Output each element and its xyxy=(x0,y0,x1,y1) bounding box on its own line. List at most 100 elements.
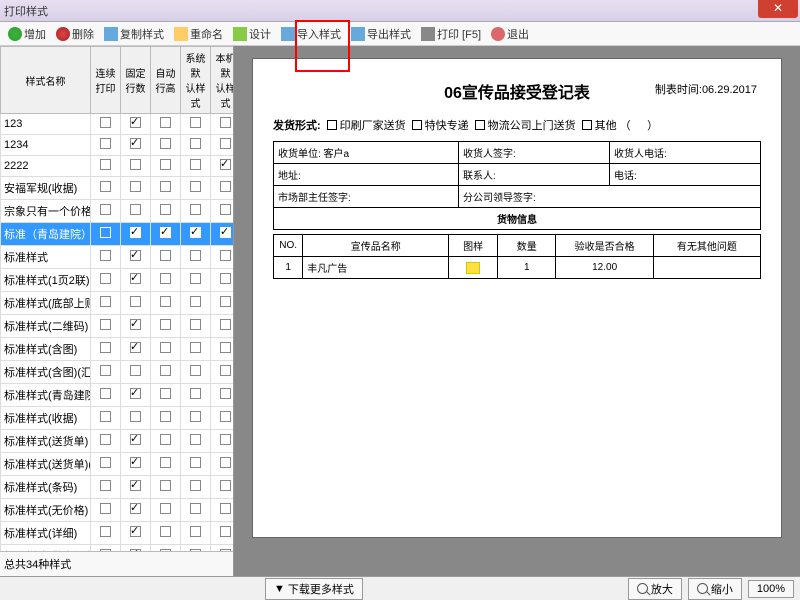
checkbox-icon[interactable] xyxy=(130,227,141,238)
checkbox-icon[interactable] xyxy=(190,434,201,445)
checkbox-cell[interactable] xyxy=(151,269,181,292)
checkbox-cell[interactable] xyxy=(211,522,234,545)
checkbox-icon[interactable] xyxy=(160,503,171,514)
checkbox-cell[interactable] xyxy=(121,156,151,177)
style-name-cell[interactable]: 标准样式(含图) xyxy=(1,338,91,361)
checkbox-cell[interactable] xyxy=(91,476,121,499)
style-name-cell[interactable]: 标准样式(送货单)( xyxy=(1,453,91,476)
checkbox-icon[interactable] xyxy=(100,388,111,399)
checkbox-icon[interactable] xyxy=(160,549,171,551)
checkbox-icon[interactable] xyxy=(130,117,141,128)
checkbox-icon[interactable] xyxy=(100,159,111,170)
checkbox-cell[interactable] xyxy=(211,499,234,522)
download-more-button[interactable]: ▼ 下载更多样式 xyxy=(265,578,363,600)
checkbox-cell[interactable] xyxy=(151,384,181,407)
checkbox-icon[interactable] xyxy=(160,296,171,307)
checkbox-cell[interactable] xyxy=(121,361,151,384)
col-cont-print[interactable]: 连续打印 xyxy=(91,47,121,114)
checkbox-icon[interactable] xyxy=(130,549,141,551)
checkbox-cell[interactable] xyxy=(181,269,211,292)
checkbox-cell[interactable] xyxy=(181,407,211,430)
checkbox-cell[interactable] xyxy=(151,499,181,522)
checkbox-icon[interactable] xyxy=(130,159,141,170)
checkbox-cell[interactable] xyxy=(211,269,234,292)
checkbox-cell[interactable] xyxy=(121,200,151,223)
checkbox-icon[interactable] xyxy=(220,204,231,215)
checkbox-cell[interactable] xyxy=(181,361,211,384)
checkbox-cell[interactable] xyxy=(121,315,151,338)
style-name-cell[interactable]: 标准（青岛建院） xyxy=(1,223,91,246)
table-row[interactable]: 标准样式(二维码) xyxy=(1,315,234,338)
style-name-cell[interactable]: 标准样式(1页2联) xyxy=(1,269,91,292)
checkbox-icon[interactable] xyxy=(100,434,111,445)
checkbox-cell[interactable] xyxy=(121,476,151,499)
checkbox-icon[interactable] xyxy=(130,138,141,149)
checkbox-cell[interactable] xyxy=(151,407,181,430)
table-row[interactable]: 安福军规(收据) xyxy=(1,177,234,200)
checkbox-icon[interactable] xyxy=(100,503,111,514)
table-row[interactable]: 标准样式(含图)(汇 xyxy=(1,361,234,384)
style-name-cell[interactable]: 安福军规(收据) xyxy=(1,177,91,200)
copy-button[interactable]: 复制样式 xyxy=(100,24,168,44)
checkbox-icon[interactable] xyxy=(190,138,201,149)
checkbox-cell[interactable] xyxy=(211,407,234,430)
checkbox-icon[interactable] xyxy=(160,411,171,422)
checkbox-icon[interactable] xyxy=(220,227,231,238)
preview-area[interactable]: 06宣传品接受登记表 制表时间:06.29.2017 发货形式: 印刷厂家送货 … xyxy=(234,46,800,576)
checkbox-icon[interactable] xyxy=(100,411,111,422)
checkbox-icon[interactable] xyxy=(160,227,171,238)
checkbox-cell[interactable] xyxy=(151,476,181,499)
table-row[interactable]: 2222 xyxy=(1,156,234,177)
checkbox-cell[interactable] xyxy=(211,156,234,177)
style-name-cell[interactable]: 标准样式(青岛建院 xyxy=(1,384,91,407)
checkbox-icon[interactable] xyxy=(130,365,141,376)
style-grid[interactable]: 样式名称 连续打印 固定行数 自动行高 系统默认样式 本机默认样式 123123… xyxy=(0,46,233,551)
checkbox-cell[interactable] xyxy=(181,499,211,522)
checkbox-icon[interactable] xyxy=(190,296,201,307)
checkbox-icon[interactable] xyxy=(190,388,201,399)
checkbox-icon[interactable] xyxy=(130,480,141,491)
style-name-cell[interactable]: 标准样式(二维码) xyxy=(1,315,91,338)
checkbox-icon[interactable] xyxy=(130,411,141,422)
checkbox-cell[interactable] xyxy=(91,246,121,269)
checkbox-cell[interactable] xyxy=(121,114,151,135)
checkbox-icon[interactable] xyxy=(130,503,141,514)
checkbox-cell[interactable] xyxy=(181,246,211,269)
checkbox-icon[interactable] xyxy=(190,411,201,422)
checkbox-icon[interactable] xyxy=(100,526,111,537)
checkbox-icon[interactable] xyxy=(190,250,201,261)
checkbox-icon[interactable] xyxy=(130,434,141,445)
checkbox-cell[interactable] xyxy=(181,292,211,315)
checkbox-icon[interactable] xyxy=(100,273,111,284)
checkbox-cell[interactable] xyxy=(211,135,234,156)
checkbox-cell[interactable] xyxy=(211,453,234,476)
checkbox-cell[interactable] xyxy=(91,200,121,223)
checkbox-cell[interactable] xyxy=(121,223,151,246)
style-name-cell[interactable]: 标准样式(含图)(汇 xyxy=(1,361,91,384)
style-name-cell[interactable]: 标准样式(条码) xyxy=(1,476,91,499)
checkbox-cell[interactable] xyxy=(91,114,121,135)
checkbox-cell[interactable] xyxy=(151,246,181,269)
checkbox-icon[interactable] xyxy=(190,181,201,192)
zoom-in-button[interactable]: 放大 xyxy=(628,578,682,600)
export-button[interactable]: 导出样式 xyxy=(347,24,415,44)
checkbox-icon[interactable] xyxy=(100,181,111,192)
checkbox-cell[interactable] xyxy=(121,338,151,361)
checkbox-cell[interactable] xyxy=(181,135,211,156)
style-name-cell[interactable]: 2222 xyxy=(1,156,91,177)
checkbox-cell[interactable] xyxy=(211,430,234,453)
checkbox-icon[interactable] xyxy=(160,319,171,330)
style-name-cell[interactable]: 标准样式 xyxy=(1,246,91,269)
checkbox-cell[interactable] xyxy=(211,476,234,499)
checkbox-icon[interactable] xyxy=(190,480,201,491)
checkbox-icon[interactable] xyxy=(220,296,231,307)
checkbox-cell[interactable] xyxy=(211,315,234,338)
checkbox-icon[interactable] xyxy=(130,273,141,284)
checkbox-icon[interactable] xyxy=(100,138,111,149)
checkbox-icon[interactable] xyxy=(130,526,141,537)
design-button[interactable]: 设计 xyxy=(229,24,275,44)
checkbox-icon[interactable] xyxy=(190,342,201,353)
checkbox-cell[interactable] xyxy=(121,246,151,269)
table-row[interactable]: 标准样式(条码) xyxy=(1,476,234,499)
table-row[interactable]: 标准样式(详细) xyxy=(1,522,234,545)
